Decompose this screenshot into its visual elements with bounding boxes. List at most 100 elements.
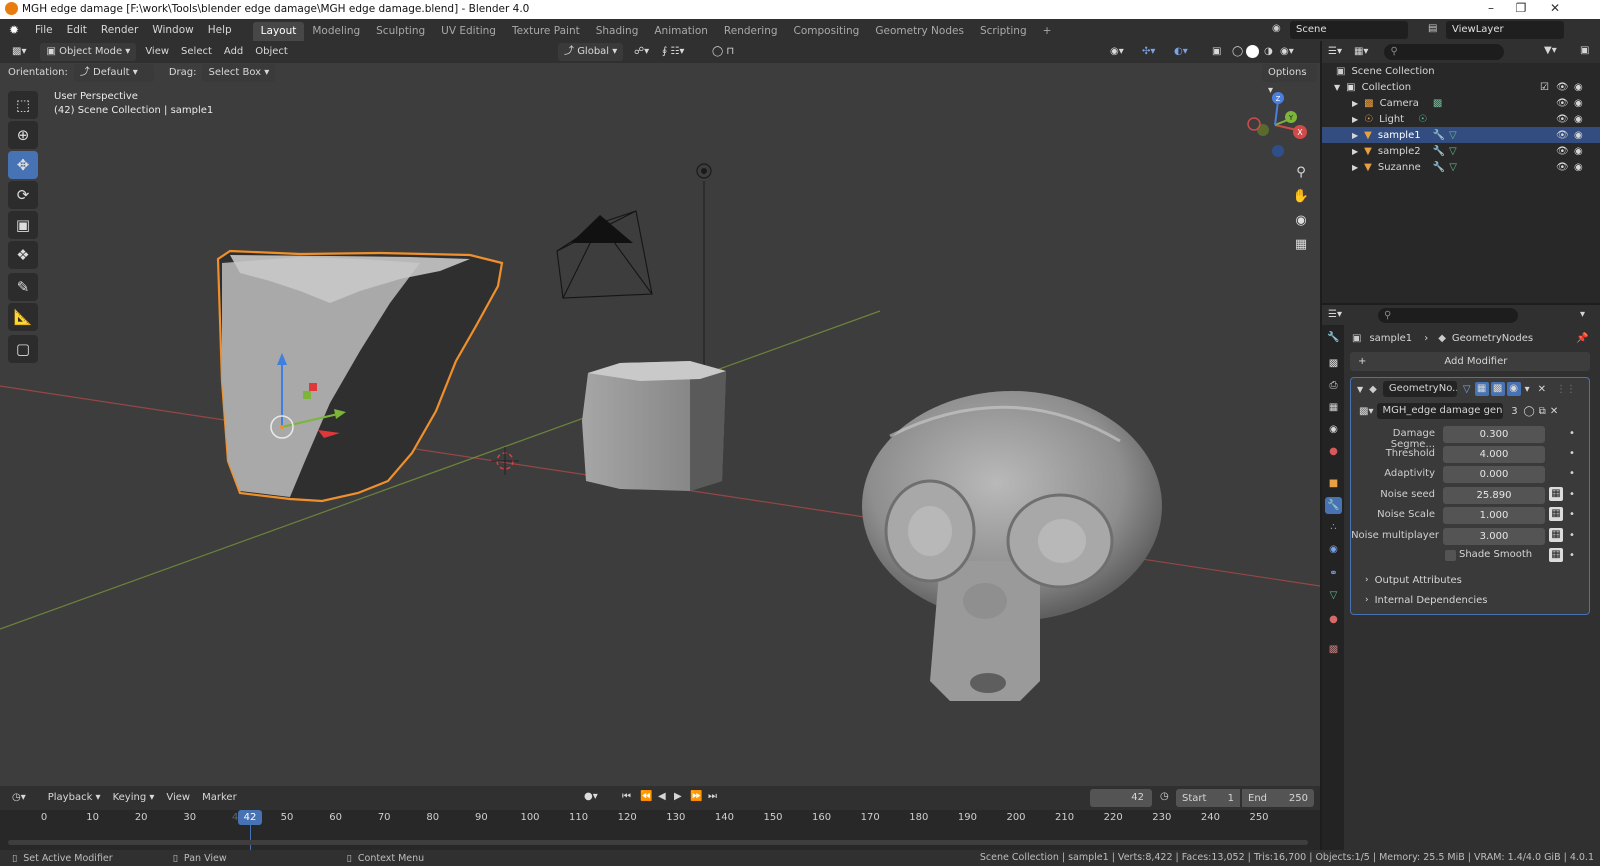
zoom-icon[interactable]: ⚲ <box>1290 161 1312 183</box>
visibility-icon[interactable]: ◉▾ <box>1104 43 1130 61</box>
orientation-dropdown[interactable]: ⤴ Default ▾ <box>73 64 154 82</box>
playhead-frame-badge[interactable]: 42 <box>238 810 262 825</box>
render-camera-icon[interactable]: ◉ <box>1574 98 1583 109</box>
menu-edit[interactable]: Edit <box>60 19 94 41</box>
visibility-eye-icon[interactable]: 👁 <box>1556 114 1569 125</box>
timeline-menu-view[interactable]: View <box>160 789 196 807</box>
world-tab-icon[interactable]: ● <box>1325 443 1342 460</box>
add-cube-tool[interactable]: ▢ <box>8 335 38 363</box>
pan-hand-icon[interactable]: ✋ <box>1290 185 1312 207</box>
scene-tab-icon[interactable]: ◉ <box>1325 421 1342 438</box>
menu-file[interactable]: File <box>28 19 60 41</box>
current-frame-field[interactable]: 42 <box>1090 789 1152 807</box>
timeline-menu-playback[interactable]: Playback ▾ <box>42 789 107 807</box>
outliner-search-input[interactable]: ⚲ <box>1384 44 1505 60</box>
snap-icon[interactable]: ∮ ☷▾ <box>656 43 690 61</box>
drag-dropdown[interactable]: Select Box ▾ <box>202 64 276 82</box>
keyframe-dot-icon[interactable]: • <box>1569 509 1575 520</box>
modifier-name-field[interactable]: GeometryNo... <box>1382 381 1457 397</box>
annotate-tool[interactable]: ✎ <box>8 273 38 301</box>
properties-search-input[interactable]: ⚲ <box>1377 307 1518 323</box>
tab-texture-paint[interactable]: Texture Paint <box>504 22 588 41</box>
node-group-users[interactable]: 3 <box>1507 406 1521 417</box>
proportional-edit-icon[interactable]: ◯ ⊓ <box>706 43 740 61</box>
tab-layout[interactable]: Layout <box>252 21 305 41</box>
attribute-toggle-icon[interactable]: ▦ <box>1549 548 1563 562</box>
viewport-menu-view[interactable]: View <box>139 43 175 61</box>
add-modifier-button[interactable]: + Add Modifier <box>1350 352 1590 371</box>
tab-modeling[interactable]: Modeling <box>304 22 368 41</box>
mesh-data-icon[interactable]: ▽ <box>1449 162 1457 173</box>
keyframe-dot-icon[interactable]: • <box>1569 550 1575 561</box>
rotate-tool[interactable]: ⟳ <box>8 181 38 209</box>
duplicate-node-group-icon[interactable]: ⧉ <box>1539 406 1546 417</box>
overlay-toggle-icon[interactable]: ◐▾ <box>1168 43 1194 61</box>
mesh-data-icon[interactable]: ▽ <box>1449 130 1457 141</box>
view-layer-tab-icon[interactable]: ▦ <box>1325 399 1342 416</box>
prev-keyframe-icon[interactable]: ⏪ <box>640 791 652 802</box>
fake-user-shield-icon[interactable]: ◯ <box>1523 406 1534 417</box>
camera-data-icon[interactable]: ▩ <box>1433 98 1442 109</box>
tab-geometry-nodes[interactable]: Geometry Nodes <box>867 22 972 41</box>
restore-button[interactable]: ❐ <box>1506 1 1536 18</box>
viewport-toggle-icon[interactable]: ▩ <box>1490 382 1505 396</box>
internal-dependencies-subpanel[interactable]: › Internal Dependencies <box>1365 593 1488 607</box>
outliner-item-sample2[interactable]: ▶ ▼ sample2 🔧 ▽ 👁 ◉ <box>1322 143 1600 159</box>
tab-shading[interactable]: Shading <box>588 22 647 41</box>
gizmo-toggle-icon[interactable]: ✣▾ <box>1136 43 1161 61</box>
viewport-menu-select[interactable]: Select <box>175 43 218 61</box>
drag-handle-icon[interactable]: ⋮⋮ <box>1556 384 1576 395</box>
filter-icon[interactable]: ▼▾ <box>1544 45 1557 56</box>
render-camera-icon[interactable]: ◉ <box>1574 162 1583 173</box>
output-tab-icon[interactable]: ⎙ <box>1325 377 1342 394</box>
next-keyframe-icon[interactable]: ⏩ <box>690 791 702 802</box>
editor-type-icon[interactable]: ▩▾ <box>6 43 32 61</box>
add-workspace-button[interactable]: + <box>1035 22 1060 41</box>
play-icon[interactable]: ▶ <box>674 791 682 802</box>
unlink-node-group-icon[interactable]: ✕ <box>1550 406 1558 417</box>
new-collection-icon[interactable]: ▣ <box>1580 45 1589 56</box>
noise-multiplayer-field[interactable]: 3.000 <box>1443 528 1545 545</box>
keyframe-dot-icon[interactable]: • <box>1569 448 1575 459</box>
preview-range-icon[interactable]: ◷ <box>1160 791 1169 802</box>
render-toggle-icon[interactable]: ◉ <box>1506 382 1521 396</box>
light-data-icon[interactable]: ☉ <box>1418 114 1427 125</box>
outliner-editor-type-icon[interactable]: ☰▾ <box>1322 43 1348 61</box>
expand-arrow-icon[interactable]: ▶ <box>1352 99 1358 108</box>
tab-sculpting[interactable]: Sculpting <box>368 22 433 41</box>
outliner-collection[interactable]: ▼ ▣ Collection ☑ 👁 ◉ <box>1322 79 1600 95</box>
minimize-button[interactable]: – <box>1476 1 1506 18</box>
modifier-wrench-icon[interactable]: 🔧 <box>1433 130 1445 141</box>
visibility-eye-icon[interactable]: 👁 <box>1556 162 1569 173</box>
menu-render[interactable]: Render <box>94 19 145 41</box>
tool-tab-icon[interactable]: 🔧 <box>1325 329 1342 346</box>
edit-mode-toggle-icon[interactable]: ▽ <box>1463 384 1471 395</box>
outliner-scene-collection[interactable]: ▣ Scene Collection <box>1322 63 1600 79</box>
outliner-item-camera[interactable]: ▶ ▩ Camera ▩ 👁 ◉ <box>1322 95 1600 111</box>
menu-window[interactable]: Window <box>145 19 200 41</box>
expand-arrow-icon[interactable]: ▶ <box>1352 163 1358 172</box>
object-tab-icon[interactable]: ■ <box>1325 475 1342 492</box>
attribute-toggle-icon[interactable]: ▦ <box>1549 528 1563 542</box>
scene-selector[interactable]: Scene <box>1290 21 1408 39</box>
threshold-field[interactable]: 4.000 <box>1443 446 1545 463</box>
particles-tab-icon[interactable]: ∴ <box>1325 519 1342 536</box>
play-reverse-icon[interactable]: ◀ <box>658 791 666 802</box>
cage-toggle-icon[interactable]: ▦ <box>1474 382 1489 396</box>
outliner-display-mode-icon[interactable]: ▦▾ <box>1348 43 1374 61</box>
measure-tool[interactable]: 📐 <box>8 303 38 331</box>
expand-arrow-icon[interactable]: ▶ <box>1352 131 1358 140</box>
object-mode-dropdown[interactable]: ▣ Object Mode ▾ <box>40 43 137 61</box>
start-frame-field[interactable]: Start 1 <box>1176 789 1240 807</box>
timeline-menu-keying[interactable]: Keying ▾ <box>107 789 161 807</box>
keyframe-dot-icon[interactable]: • <box>1569 489 1575 500</box>
jump-start-icon[interactable]: ⏮ <box>622 791 631 802</box>
viewport-menu-add[interactable]: Add <box>218 43 249 61</box>
tab-compositing[interactable]: Compositing <box>786 22 868 41</box>
output-attributes-subpanel[interactable]: › Output Attributes <box>1365 573 1462 587</box>
damage-segments-field[interactable]: 0.300 <box>1443 426 1545 443</box>
collection-eye-icon[interactable]: 👁 <box>1556 82 1569 93</box>
tab-uv-editing[interactable]: UV Editing <box>433 22 504 41</box>
modifier-wrench-icon[interactable]: 🔧 <box>1433 146 1445 157</box>
transform-tool[interactable]: ❖ <box>8 241 38 269</box>
